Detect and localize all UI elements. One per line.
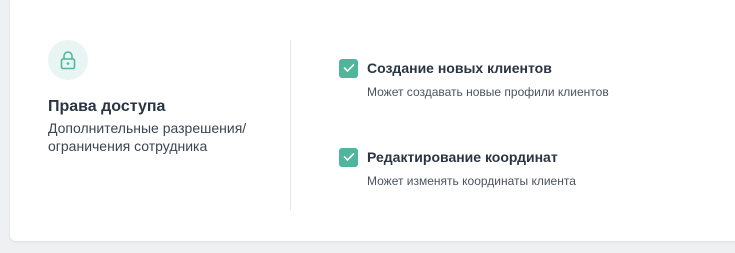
checkmark-icon [343, 64, 354, 72]
access-rights-title: Права доступа [48, 98, 166, 115]
edit-coordinates-checkbox[interactable] [339, 147, 358, 167]
permission-edit-coordinates: Редактирование координат Может изменять … [339, 147, 719, 188]
access-rights-description: Дополнительные разрешения/ ограничения с… [48, 120, 247, 154]
permission-create-clients: Создание новых клиентов Может создавать … [339, 58, 719, 99]
permission-header: Редактирование координат [339, 147, 719, 167]
vertical-divider [290, 40, 291, 210]
lock-icon-badge [48, 40, 88, 80]
permission-description: Может создавать новые профили клиентов [367, 85, 609, 99]
permission-title: Создание новых клиентов [367, 60, 552, 76]
permission-header: Создание новых клиентов [339, 58, 719, 78]
access-rights-card: Права доступа Дополнительные разрешения/… [10, 0, 735, 241]
lock-icon [60, 51, 76, 70]
checkmark-icon [343, 153, 354, 161]
create-clients-checkbox[interactable] [339, 58, 358, 78]
permission-description: Может изменять координаты клиента [367, 174, 576, 188]
access-rights-section: Права доступа Дополнительные разрешения/… [48, 40, 268, 155]
permission-title: Редактирование координат [367, 149, 558, 165]
